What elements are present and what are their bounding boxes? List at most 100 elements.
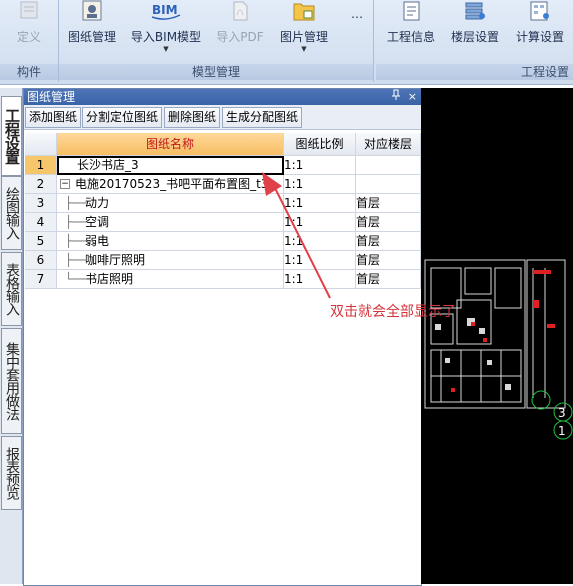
drawing-name-cell[interactable]: 长沙书店_3 bbox=[57, 156, 284, 175]
add-drawing-button[interactable]: 添加图纸 bbox=[25, 107, 82, 128]
import-pdf-button[interactable]: 导入PDF bbox=[211, 0, 269, 62]
cad-floorplan-drawing: 3 1 bbox=[424, 259, 573, 440]
panel-toolbar: 添加图纸 分割定位图纸 删除图纸 生成分配图纸 bbox=[24, 105, 421, 130]
left-vertical-tabs: 工程设置 绘图输入 表格输入 集中套用做法 报表预览 bbox=[0, 88, 23, 584]
pdf-icon bbox=[211, 0, 269, 22]
calc-settings-label: 计算设置 bbox=[515, 30, 564, 44]
floor-settings-label: 楼层设置 bbox=[450, 30, 499, 44]
generate-assign-drawing-button[interactable]: 生成分配图纸 bbox=[222, 107, 303, 128]
cad-drawing-canvas[interactable]: 3 1 bbox=[421, 88, 573, 584]
scale-cell[interactable]: 1:1 bbox=[284, 213, 356, 232]
row-number: 7 bbox=[25, 270, 57, 289]
drawing-name-cell[interactable]: └── 书店照明 bbox=[57, 270, 284, 289]
import-bim-label: 导入BIM模型 bbox=[130, 30, 202, 44]
tree-line: ├── bbox=[65, 196, 87, 210]
drawing-name-text: 动力 bbox=[85, 196, 110, 210]
drawing-manage-button[interactable]: 图纸管理 bbox=[63, 0, 121, 62]
floor-cell[interactable] bbox=[356, 175, 421, 194]
tree-line: └── bbox=[65, 272, 87, 286]
floor-cell[interactable]: 首层 bbox=[356, 270, 421, 289]
picture-folder-icon bbox=[273, 0, 335, 22]
floor-cell[interactable]: 首层 bbox=[356, 232, 421, 251]
drawing-name-cell[interactable]: − 电施20170523_书吧平面布置图_t3 bbox=[57, 175, 284, 194]
drawing-name-cell[interactable]: ├── 咖啡厅照明 bbox=[57, 251, 284, 270]
drawing-name-cell[interactable]: ├── 弱电 bbox=[57, 232, 284, 251]
calc-settings-button[interactable]: 计算设置 bbox=[510, 0, 570, 62]
column-header-scale[interactable]: 图纸比例 bbox=[284, 133, 356, 156]
define-icon bbox=[6, 0, 52, 22]
svg-text:1: 1 bbox=[558, 424, 566, 438]
floor-settings-icon bbox=[446, 0, 504, 22]
chevron-down-icon: ▼ bbox=[163, 45, 169, 53]
table-row[interactable]: 5 ├── 弱电 1:1 首层 bbox=[25, 232, 421, 251]
table-row[interactable]: 1 长沙书店_3 1:1 bbox=[25, 156, 421, 175]
tab-drawing-input[interactable]: 绘图输入 bbox=[1, 176, 22, 250]
project-info-icon bbox=[382, 0, 440, 22]
ribbon-toolbar: 定义 构件 图纸管理 BIM 导入BIM模型 ▼ 导入PDF 图片管理 ▼ ⋯ … bbox=[0, 0, 573, 85]
picture-manage-button[interactable]: 图片管理 ▼ bbox=[273, 0, 335, 62]
collapse-icon[interactable]: − bbox=[60, 179, 70, 189]
delete-drawing-button[interactable]: 删除图纸 bbox=[164, 107, 221, 128]
row-number: 3 bbox=[25, 194, 57, 213]
tab-report-preview[interactable]: 报表预览 bbox=[1, 436, 22, 510]
drawing-name-text: 空调 bbox=[85, 215, 110, 229]
column-header-floor[interactable]: 对应楼层 bbox=[356, 133, 421, 156]
floor-cell[interactable] bbox=[356, 156, 421, 175]
drawing-name-text: 咖啡厅照明 bbox=[85, 253, 146, 267]
scale-cell[interactable]: 1:1 bbox=[284, 156, 356, 175]
floor-cell[interactable]: 首层 bbox=[356, 213, 421, 232]
table-row[interactable]: 6 ├── 咖啡厅照明 1:1 首层 bbox=[25, 251, 421, 270]
table-row[interactable]: 4 ├── 空调 1:1 首层 bbox=[25, 213, 421, 232]
svg-text:3: 3 bbox=[558, 406, 566, 420]
row-number: 1 bbox=[25, 156, 57, 175]
scale-cell[interactable]: 1:1 bbox=[284, 251, 356, 270]
svg-text:BIM: BIM bbox=[152, 3, 178, 17]
drawing-name-text: 书店照明 bbox=[85, 272, 134, 286]
table-row[interactable]: 7 └── 书店照明 1:1 首层 bbox=[25, 270, 421, 289]
group-title-project-settings: 工程设置 bbox=[376, 64, 573, 80]
floor-cell[interactable]: 首层 bbox=[356, 251, 421, 270]
panel-title-bar: 图纸管理 × bbox=[24, 89, 421, 105]
project-info-button[interactable]: 工程信息 bbox=[382, 0, 440, 62]
tree-line: ├── bbox=[65, 215, 87, 229]
drawing-manage-icon bbox=[63, 0, 121, 22]
more-dots-icon: ⋯ bbox=[351, 10, 363, 24]
project-info-label: 工程信息 bbox=[386, 30, 435, 44]
drawing-name-text: 弱电 bbox=[85, 234, 110, 248]
tab-table-input[interactable]: 表格输入 bbox=[1, 252, 22, 326]
group-title-component: 构件 bbox=[0, 64, 58, 80]
row-number: 2 bbox=[25, 175, 57, 194]
table-row[interactable]: 2 − 电施20170523_书吧平面布置图_t3 1:1 bbox=[25, 175, 421, 194]
scale-cell[interactable]: 1:1 bbox=[284, 175, 356, 194]
split-locate-drawing-button[interactable]: 分割定位图纸 bbox=[82, 107, 163, 128]
column-header-name[interactable]: 图纸名称 bbox=[57, 133, 284, 156]
scale-cell[interactable]: 1:1 bbox=[284, 194, 356, 213]
close-icon[interactable]: × bbox=[408, 89, 417, 105]
define-label: 定义 bbox=[16, 30, 41, 44]
drawing-name-cell[interactable]: ├── 空调 bbox=[57, 213, 284, 232]
group-title-model-manage: 模型管理 bbox=[59, 64, 373, 80]
row-number: 6 bbox=[25, 251, 57, 270]
floor-settings-button[interactable]: 楼层设置 bbox=[446, 0, 504, 62]
picture-manage-label: 图片管理 bbox=[279, 30, 328, 44]
table-row[interactable]: 3 ├── 动力 1:1 首层 bbox=[25, 194, 421, 213]
bim-icon: BIM bbox=[127, 0, 205, 22]
chevron-down-icon: ▼ bbox=[301, 45, 307, 53]
calc-settings-icon bbox=[510, 0, 570, 22]
tab-project-settings[interactable]: 工程设置 bbox=[1, 96, 22, 176]
annotation-text: 双击就会全部显示了 bbox=[330, 304, 456, 320]
drawing-name-cell[interactable]: ├── 动力 bbox=[57, 194, 284, 213]
more-button[interactable]: ⋯ bbox=[349, 10, 365, 72]
pin-icon[interactable] bbox=[391, 89, 401, 106]
group-model-manage: 图纸管理 BIM 导入BIM模型 ▼ 导入PDF 图片管理 ▼ ⋯ 模型管理 bbox=[59, 0, 374, 82]
scale-cell[interactable]: 1:1 bbox=[284, 270, 356, 289]
group-component: 定义 构件 bbox=[0, 0, 59, 82]
tree-line: ├── bbox=[65, 234, 87, 248]
import-bim-button[interactable]: BIM 导入BIM模型 ▼ bbox=[127, 0, 205, 62]
tab-apply-method[interactable]: 集中套用做法 bbox=[1, 328, 22, 434]
define-button[interactable]: 定义 bbox=[6, 0, 52, 62]
row-number: 4 bbox=[25, 213, 57, 232]
import-pdf-label: 导入PDF bbox=[216, 30, 264, 44]
scale-cell[interactable]: 1:1 bbox=[284, 232, 356, 251]
floor-cell[interactable]: 首层 bbox=[356, 194, 421, 213]
